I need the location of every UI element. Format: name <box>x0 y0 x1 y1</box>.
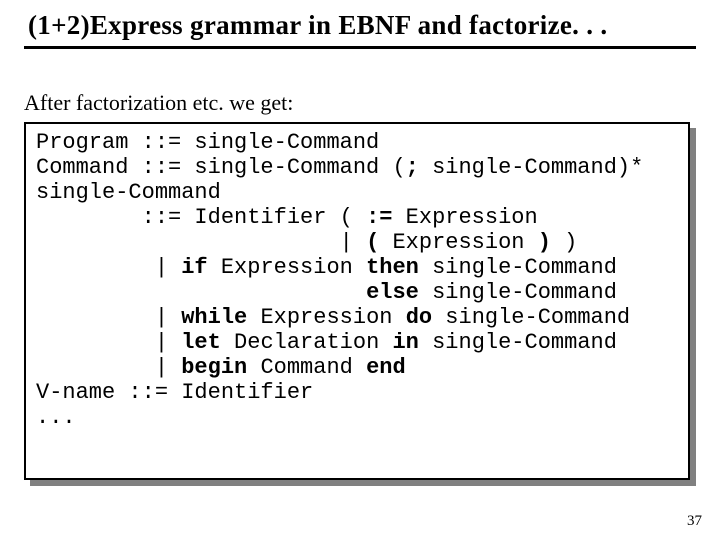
code-keyword: in <box>392 330 418 355</box>
code-terminal: := <box>366 205 392 230</box>
code-line: | let Declaration in single-Command <box>36 330 617 355</box>
code-text: | <box>36 255 168 280</box>
slide: (1+2)Express grammar in EBNF and factori… <box>0 0 720 540</box>
code-text: ::= Identifier ( <box>36 205 366 230</box>
code-keyword: while <box>168 305 260 330</box>
code-line: | if Expression then single-Command <box>36 255 617 280</box>
code-text <box>36 280 366 305</box>
code-text: single-Command <box>419 255 617 280</box>
code-line: else single-Command <box>36 280 617 305</box>
code-text: Expression <box>392 205 537 230</box>
intro-text: After factorization etc. we get: <box>24 90 293 116</box>
code-keyword: else <box>366 280 419 305</box>
code-line: | begin Command end <box>36 355 406 380</box>
code-text: | <box>36 330 168 355</box>
code-keyword: then <box>366 255 419 280</box>
code-text: single-Command <box>432 305 630 330</box>
code-keyword: begin <box>168 355 260 380</box>
code-keyword: if <box>168 255 221 280</box>
code-text: Expression <box>260 305 405 330</box>
page-number: 37 <box>687 513 702 530</box>
code-text: Expression <box>221 255 366 280</box>
code-line: ::= Identifier ( := Expression <box>36 205 538 230</box>
code-terminal: ) <box>538 230 551 255</box>
code-terminal: ; <box>406 155 419 180</box>
code-text: Declaration <box>234 330 392 355</box>
code-text: | <box>36 355 168 380</box>
code-line: Program ::= single-Command <box>36 130 379 155</box>
code-text: | <box>36 305 168 330</box>
code-text: Expression <box>379 230 537 255</box>
code-line: single-Command <box>36 180 221 205</box>
code-keyword: let <box>168 330 234 355</box>
code-keyword: end <box>366 355 406 380</box>
code-text: Command <box>260 355 366 380</box>
code-line: | ( Expression ) ) <box>36 230 577 255</box>
code-text: single-Command <box>419 330 617 355</box>
code-text: single-Command <box>419 280 617 305</box>
code-line: V-name ::= Identifier <box>36 380 313 405</box>
code-text: ) <box>551 230 577 255</box>
code-terminal: ( <box>366 230 379 255</box>
title-underline <box>24 46 696 49</box>
code-line: Command ::= single-Command (; single-Com… <box>36 155 643 180</box>
code-box: Program ::= single-Command Command ::= s… <box>24 122 696 480</box>
code-text: single-Command)* <box>419 155 643 180</box>
code-line: | while Expression do single-Command <box>36 305 630 330</box>
slide-title: (1+2)Express grammar in EBNF and factori… <box>28 10 607 41</box>
code-line: ... <box>36 405 76 430</box>
code-text: Command ::= single-Command ( <box>36 155 406 180</box>
grammar-code: Program ::= single-Command Command ::= s… <box>36 130 678 430</box>
code-text: | <box>36 230 366 255</box>
code-box-frame: Program ::= single-Command Command ::= s… <box>24 122 690 480</box>
code-keyword: do <box>406 305 432 330</box>
